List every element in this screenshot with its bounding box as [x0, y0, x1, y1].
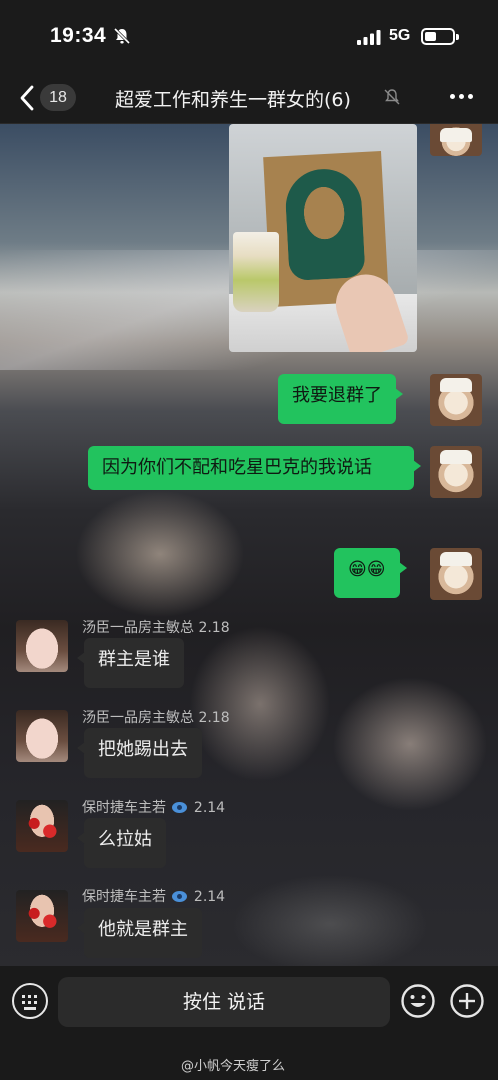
starbucks-logo-icon	[283, 167, 366, 281]
sender-name-row: 保时捷车主若 2.14	[82, 797, 225, 817]
keyboard-icon[interactable]	[12, 983, 48, 1019]
member-avatar[interactable]	[16, 620, 68, 672]
sender-name: 汤臣一品房主敏总 2.18	[82, 620, 230, 636]
emoji-icon[interactable]	[400, 983, 436, 1019]
more-icon[interactable]	[450, 94, 474, 100]
message-text: 么拉姑	[98, 829, 152, 850]
eye-badge-icon	[172, 802, 188, 813]
sent-message-bubble[interactable]: 我要退群了	[278, 374, 403, 424]
unread-count-badge[interactable]: 18	[40, 84, 76, 111]
watermark-text: @小帆今天瘦了么	[181, 1059, 286, 1074]
status-time: 19:34	[50, 24, 107, 47]
sent-message-bubble[interactable]: 😁😁	[334, 548, 407, 598]
sender-name-row: 保时捷车主若 2.14	[82, 886, 225, 906]
message-text: 因为你们不配和吃星巴克的我说话	[102, 457, 372, 478]
message-text: 他就是群主	[98, 919, 188, 940]
received-message-bubble[interactable]: 他就是群主	[77, 908, 202, 958]
input-bar: 按住 说话	[0, 966, 498, 1040]
chat-header: 18 超爱工作和养生一群女的(6)	[0, 72, 498, 124]
message-text: 把她踢出去	[98, 739, 188, 760]
member-avatar[interactable]	[16, 890, 68, 942]
sender-name: 保时捷车主若	[82, 800, 166, 816]
member-avatar[interactable]	[16, 800, 68, 852]
plus-icon[interactable]	[449, 983, 485, 1019]
my-avatar[interactable]	[430, 124, 482, 156]
sender-name: 汤臣一品房主敏总 2.18	[82, 710, 230, 726]
message-text: 😁😁	[348, 559, 386, 580]
photo-drink-cup	[233, 232, 279, 312]
chat-title[interactable]: 超爱工作和养生一群女的(6)	[115, 85, 351, 112]
received-message-bubble[interactable]: 么拉姑	[77, 818, 166, 868]
my-avatar[interactable]	[430, 548, 482, 600]
received-message-bubble[interactable]: 把她踢出去	[77, 728, 202, 778]
signal-icon	[357, 30, 381, 45]
sent-message-bubble[interactable]: 因为你们不配和吃星巴克的我说话	[88, 446, 421, 490]
my-avatar[interactable]	[430, 446, 482, 498]
sender-name: 保时捷车主若	[82, 889, 166, 905]
sender-date: 2.14	[193, 889, 226, 905]
message-text: 群主是谁	[98, 649, 170, 670]
sent-image-message[interactable]	[229, 124, 417, 352]
network-type: 5G	[389, 27, 411, 44]
my-avatar[interactable]	[430, 374, 482, 426]
hold-to-talk-button[interactable]: 按住 说话	[58, 977, 390, 1027]
message-text: 我要退群了	[292, 385, 382, 406]
received-message-bubble[interactable]: 群主是谁	[77, 638, 184, 688]
battery-icon	[421, 28, 459, 45]
mute-icon	[384, 89, 400, 105]
back-icon[interactable]	[18, 84, 36, 112]
member-avatar[interactable]	[16, 710, 68, 762]
eye-badge-icon	[172, 891, 188, 902]
sender-date: 2.14	[193, 800, 226, 816]
bell-off-icon	[113, 27, 131, 45]
status-bar: 19:34 5G	[0, 0, 498, 72]
